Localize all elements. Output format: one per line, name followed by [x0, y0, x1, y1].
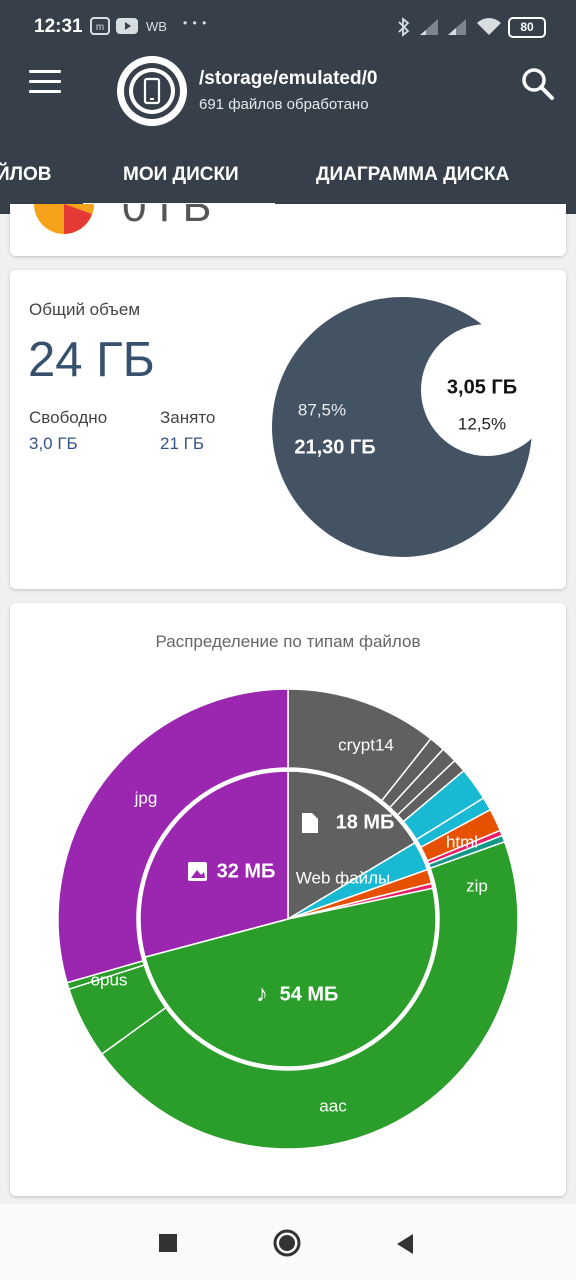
used-value: 21 ГБ — [160, 434, 204, 453]
file-types-sunburst: 18 МБ Web файлы 32 МБ 54 МБ ♪ jpg crypt14 html z… — [57, 688, 519, 1150]
total-label: Общий объем — [29, 300, 141, 319]
previous-disk-chart — [34, 204, 94, 234]
device-storage-icon[interactable] — [117, 56, 187, 126]
opus-label: opus — [91, 970, 128, 989]
more-notifications-icon: • • • — [183, 16, 208, 30]
m-icon: m — [90, 17, 110, 35]
documents-size-label: 18 МБ — [336, 811, 395, 833]
web-files-label: Web файлы — [296, 868, 390, 887]
storage-pie-chart: 87,5% 21,30 ГБ 3,05 ГБ 12,5% — [272, 297, 553, 557]
search-icon[interactable] — [520, 66, 556, 102]
free-value: 3,0 ГБ — [29, 434, 78, 453]
tab-my-disks[interactable]: МОИ ДИСКИ — [123, 164, 239, 186]
previous-disk-size: 0 ГБ — [122, 204, 212, 231]
app-bar: /storage/emulated/0 691 файлов обработан… — [0, 44, 576, 214]
battery-indicator: 80 — [508, 17, 546, 38]
music-icon: ♪ — [256, 980, 268, 1007]
free-size-label: 3,05 ГБ — [447, 376, 517, 398]
signal-icon-1 — [420, 19, 438, 35]
storage-card[interactable]: Общий объем 24 ГБ Свободно 3,0 ГБ Занято… — [10, 270, 566, 589]
home-button[interactable] — [272, 1228, 302, 1258]
total-value: 24 ГБ — [28, 333, 155, 387]
jpg-label: jpg — [134, 788, 158, 807]
file-types-card[interactable]: Распределение по типам файлов 18 МБ Web ф… — [10, 603, 566, 1196]
wb-label: WB — [146, 19, 167, 34]
storage-path: /storage/emulated/0 — [199, 68, 378, 89]
free-percent-label: 12,5% — [458, 414, 506, 433]
tab-files[interactable]: ЙЛОВ — [0, 164, 52, 186]
back-button[interactable] — [395, 1233, 415, 1255]
audio-size-label: 54 МБ — [280, 983, 339, 1005]
status-time: 12:31 — [34, 16, 83, 37]
html-label: html — [446, 832, 478, 851]
youtube-icon — [116, 18, 138, 34]
bluetooth-icon — [398, 17, 410, 37]
used-size-label: 21,30 ГБ — [294, 436, 375, 458]
files-processed: 691 файлов обработано — [199, 96, 369, 113]
free-label: Свободно — [29, 408, 108, 427]
wifi-icon — [477, 18, 501, 35]
image-icon — [188, 862, 207, 881]
images-size-label: 32 МБ — [217, 860, 276, 882]
aac-label: aac — [319, 1096, 347, 1115]
tab-disk-diagram[interactable]: ДИАГРАММА ДИСКА — [316, 164, 509, 186]
used-percent-label: 87,5% — [298, 400, 346, 419]
system-nav-bar — [0, 1204, 576, 1280]
zip-label: zip — [466, 876, 488, 895]
previous-disk-card[interactable]: 0 ГБ — [10, 204, 566, 256]
menu-icon[interactable] — [29, 70, 61, 94]
used-label: Занято — [160, 408, 216, 427]
crypt14-label: crypt14 — [338, 735, 394, 754]
svg-text:m: m — [96, 22, 104, 33]
recents-button[interactable] — [159, 1234, 177, 1252]
signal-icon-2 — [448, 19, 466, 35]
